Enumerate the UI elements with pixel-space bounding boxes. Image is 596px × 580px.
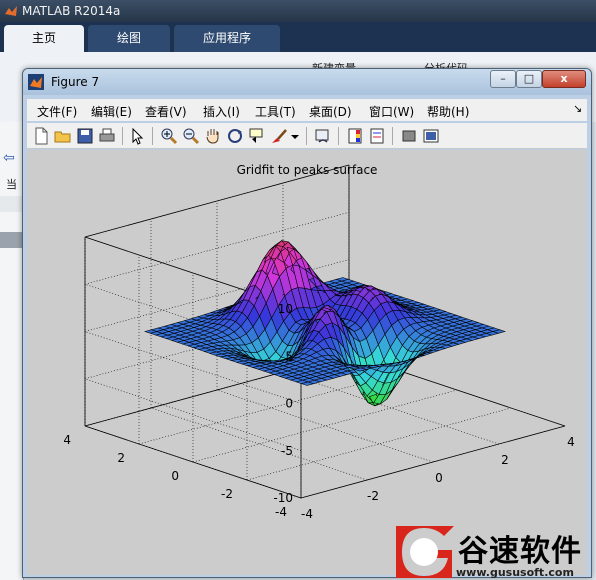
axis-line-x (300, 425, 566, 499)
open-file-icon[interactable] (53, 126, 73, 146)
matlab-tabbar: 主页 绘图 应用程序 (0, 22, 596, 52)
figure-titlebar[interactable]: Figure 7 – □ x (23, 69, 591, 95)
menu-dock-arrow-icon[interactable]: ↘ (573, 102, 582, 115)
menu-window[interactable]: 窗口(W) (369, 103, 414, 120)
watermark-url: www.gususoft.com (456, 566, 574, 579)
toolbar-separator (122, 127, 123, 145)
menu-file[interactable]: 文件(F) (37, 103, 77, 120)
x-tick-label: 0 (435, 471, 443, 485)
pan-hand-icon[interactable] (203, 126, 223, 146)
colorbar-icon[interactable] (345, 126, 365, 146)
list-item[interactable] (0, 196, 24, 212)
current-folder-label: 当 (6, 178, 17, 191)
floor-gridline (216, 389, 434, 463)
brush-icon[interactable] (269, 126, 289, 146)
y-tick-label: -4 (275, 505, 287, 519)
matlab-logo-icon (5, 6, 17, 16)
z-tick-label: -5 (281, 444, 293, 458)
x-tick-label: 4 (567, 435, 575, 449)
print-icon[interactable] (97, 126, 117, 146)
y-tick-label: 2 (117, 451, 125, 465)
menu-desktop[interactable]: 桌面(D) (309, 103, 352, 120)
tab-apps[interactable]: 应用程序 (174, 25, 280, 52)
menu-view[interactable]: 查看(V) (145, 103, 187, 120)
save-icon[interactable] (75, 126, 95, 146)
figure-toolbar (27, 123, 587, 149)
surface-plot[interactable]: 10 5 0 -5 -10 4 2 0 -2 -4 -4 -2 0 2 4 (27, 150, 587, 575)
data-cursor-icon[interactable] (247, 126, 267, 146)
current-folder-panel: ⇦ 当 (0, 122, 24, 580)
figure-title: Figure 7 (51, 75, 100, 89)
toolbar-separator (338, 127, 339, 145)
y-tick-label: 4 (63, 433, 71, 447)
menu-insert[interactable]: 插入(I) (203, 103, 240, 120)
figure-window: Figure 7 – □ x 文件(F) 编辑(E) 查看(V) 插入(I) 工… (22, 68, 592, 578)
back-arrow-icon[interactable]: ⇦ (3, 150, 15, 166)
surface-mesh[interactable] (144, 240, 506, 407)
zoom-in-icon[interactable] (159, 126, 179, 146)
y-tick-label: -2 (221, 487, 233, 501)
floor-gridline (150, 407, 368, 481)
x-tick-label: -2 (367, 489, 379, 503)
show-plot-tools-icon[interactable] (421, 126, 441, 146)
toolbar-separator (152, 127, 153, 145)
x-tick-label: -4 (301, 507, 313, 521)
legend-icon[interactable] (367, 126, 387, 146)
z-tick-label: -10 (273, 491, 293, 505)
figure-menubar: 文件(F) 编辑(E) 查看(V) 插入(I) 工具(T) 桌面(D) 窗口(W… (27, 99, 587, 121)
z-tick-label: 10 (278, 302, 293, 316)
link-plot-icon[interactable] (313, 126, 333, 146)
axis-edge (84, 164, 350, 238)
rotate-3d-icon[interactable] (225, 126, 245, 146)
gususoft-logo-icon (396, 526, 454, 578)
new-figure-icon[interactable] (31, 126, 51, 146)
hide-plot-tools-icon[interactable] (399, 126, 419, 146)
close-button[interactable]: x (542, 70, 586, 88)
maximize-button[interactable]: □ (516, 70, 542, 88)
figure-canvas[interactable]: Gridfit to peaks surface 10 5 0 -5 -10 4 2 0 -2-… (27, 150, 587, 575)
z-tick-label: 5 (285, 349, 293, 363)
menu-tools[interactable]: 工具(T) (255, 103, 296, 120)
brush-dropdown-icon[interactable] (289, 126, 301, 146)
x-tick-label: 2 (501, 453, 509, 467)
zoom-out-icon[interactable] (181, 126, 201, 146)
toolbar-separator (392, 127, 393, 145)
floor-gridline (192, 389, 458, 463)
minimize-button[interactable]: – (490, 70, 516, 88)
toolbar-separator (306, 127, 307, 145)
y-tick-label: 0 (171, 469, 179, 483)
z-tick-label: 0 (285, 397, 293, 411)
list-item-selected[interactable] (0, 232, 24, 248)
select-arrow-icon[interactable] (127, 126, 147, 146)
tab-home[interactable]: 主页 (4, 25, 84, 52)
watermark-brand: 谷速软件 (458, 534, 582, 569)
menu-help[interactable]: 帮助(H) (427, 103, 469, 120)
matlab-title: MATLAB R2014a (22, 4, 121, 18)
gususoft-watermark: 谷速软件 www.gususoft.com (396, 524, 596, 580)
matlab-figure-icon (28, 74, 44, 90)
tab-plots[interactable]: 绘图 (88, 25, 170, 52)
matlab-titlebar: MATLAB R2014a (0, 0, 596, 22)
menu-edit[interactable]: 编辑(E) (91, 103, 132, 120)
